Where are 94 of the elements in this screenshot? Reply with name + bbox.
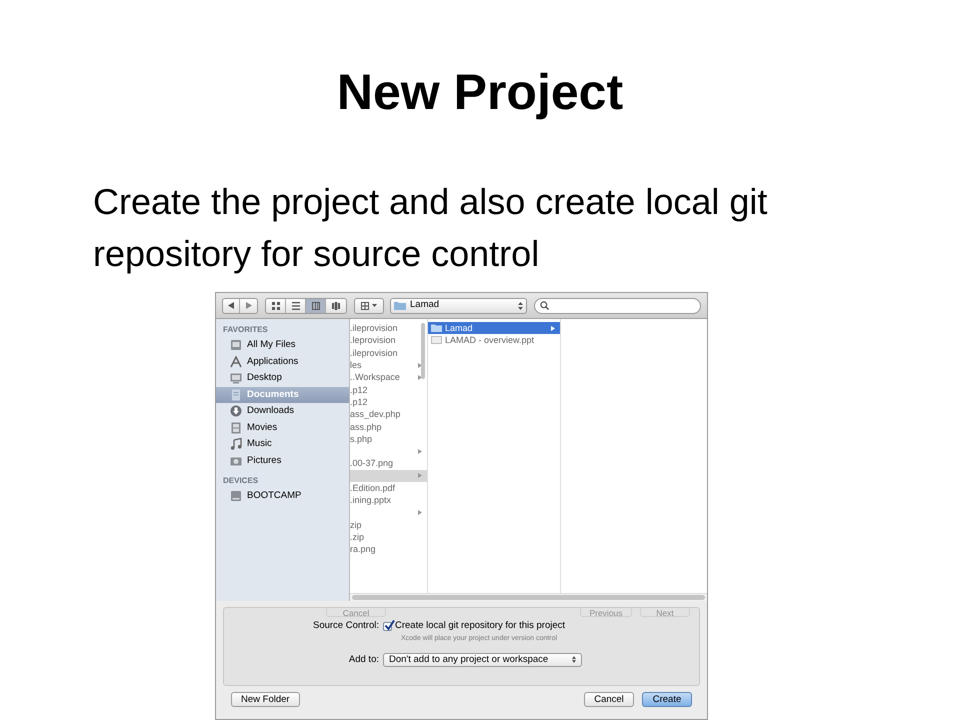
file-name: .p12: [350, 396, 369, 408]
dialog-button[interactable]: New Folder: [231, 692, 300, 707]
file-name: LAMAD - overview.ppt: [445, 334, 536, 346]
slide-text: Create the project and also create local git repository for source control: [93, 180, 768, 276]
field-label: Add to:: [348, 652, 380, 667]
disclosure-arrow-icon: [551, 326, 555, 331]
arrange-button[interactable]: [354, 298, 384, 314]
folder-icon: [394, 301, 406, 310]
file-row[interactable]: LAMAD - overview.ppt: [428, 334, 560, 347]
grid-icon: [361, 302, 369, 310]
file-row[interactable]: zip: [350, 518, 427, 532]
file-name: .Edition.pdf: [350, 482, 396, 494]
file-row[interactable]: s.php: [350, 432, 427, 445]
file-name: .00-37.png: [350, 457, 394, 470]
film-icon: [230, 422, 242, 434]
columns-icon: [312, 302, 320, 310]
dialog-button[interactable]: Cancel: [584, 692, 634, 707]
stepper-icon: [572, 656, 576, 664]
music-note-icon: [230, 438, 242, 450]
drawer-icon: [230, 339, 242, 352]
file-row[interactable]: ..Workspace: [350, 371, 427, 384]
file-name: .ining.pptx: [350, 494, 392, 506]
file-row[interactable]: Lamad: [428, 322, 560, 334]
file-row[interactable]: .leprovision: [350, 334, 427, 347]
sidebar-item[interactable]: Applications: [216, 354, 349, 370]
sidebar-item[interactable]: Movies: [216, 420, 349, 436]
search-icon: [540, 301, 549, 310]
document-icon: [230, 388, 242, 401]
monitor-icon: [230, 372, 242, 384]
disclosure-arrow-icon: [418, 473, 422, 478]
file-row[interactable]: .ileprovision: [350, 322, 427, 334]
file-name: .zip: [350, 531, 366, 544]
search-field[interactable]: [534, 298, 701, 314]
grid-icon: [272, 302, 280, 310]
file-row[interactable]: .p12: [350, 396, 427, 408]
column-view-button[interactable]: [306, 298, 326, 312]
sidebar-item[interactable]: Desktop: [216, 370, 349, 386]
letter-a-icon: [230, 356, 242, 368]
caret-icon: [372, 304, 377, 307]
file-name: ..Workspace: [350, 371, 401, 384]
file-name: Lamad: [445, 322, 474, 334]
file-name: les: [350, 359, 363, 372]
view-mode-control[interactable]: [265, 298, 347, 314]
add-to-popup[interactable]: Don't add to any project or workspace: [383, 652, 582, 667]
file-row[interactable]: ass_dev.php: [350, 408, 427, 420]
file-row[interactable]: les: [350, 358, 427, 372]
disclosure-arrow-icon: [418, 362, 422, 368]
file-name: ass_dev.php: [350, 408, 402, 420]
navigation-control[interactable]: [222, 298, 258, 314]
file-name: s.php: [350, 432, 374, 445]
field-label: Source Control:: [312, 619, 380, 633]
file-row[interactable]: .p12: [350, 383, 427, 396]
sidebar-item[interactable]: BOOTCAMP: [216, 488, 349, 504]
document-icon: [431, 336, 442, 344]
slide-title: New Project: [336, 63, 624, 122]
file-row[interactable]: .ining.pptx: [350, 494, 427, 506]
file-row[interactable]: .Edition.pdf: [350, 482, 427, 494]
file-name: .ileprovision: [350, 346, 399, 359]
download-icon: [230, 405, 242, 418]
forward-icon: [246, 302, 252, 309]
list-icon: [292, 302, 300, 310]
disclosure-arrow-icon: [418, 374, 422, 380]
sidebar-item[interactable]: Music: [216, 436, 349, 452]
location-popup[interactable]: Lamad: [390, 298, 527, 314]
file-name: ass.php: [350, 420, 383, 433]
back-icon: [228, 302, 234, 309]
file-row[interactable]: ra.png: [350, 543, 427, 556]
folder-icon: [431, 324, 442, 332]
disclosure-arrow-icon: [418, 510, 422, 516]
checkbox-label: Create local git repository for this project: [395, 619, 566, 633]
file-name: zip: [350, 518, 363, 531]
file-row[interactable]: ass.php: [350, 420, 427, 433]
section-heading: DEVICES: [222, 475, 260, 487]
sidebar-item[interactable]: Pictures: [216, 452, 349, 469]
file-row[interactable]: .zip: [350, 531, 427, 544]
file-name: .p12: [350, 384, 369, 396]
section-heading: FAVORITES: [222, 324, 269, 336]
checkbox[interactable]: [383, 622, 392, 631]
file-name: ra.png: [350, 543, 377, 556]
file-row[interactable]: .ileprovision: [350, 346, 427, 359]
file-name: .leprovision: [350, 334, 397, 346]
stepper-icon: [518, 302, 523, 310]
sidebar-item[interactable]: All My Files: [216, 337, 349, 354]
drive-icon: [230, 490, 242, 502]
coverflow-icon: [332, 302, 340, 310]
camera-icon: [230, 454, 242, 467]
dialog-button[interactable]: Create: [642, 692, 692, 707]
disclosure-arrow-icon: [418, 448, 422, 454]
file-row[interactable]: .00-37.png: [350, 457, 427, 470]
sidebar-item[interactable]: Downloads: [216, 403, 349, 420]
horizontal-scrollbar[interactable]: [350, 593, 707, 601]
file-name: .ileprovision: [350, 322, 399, 334]
checkmark-icon: [384, 620, 395, 631]
vertical-scrollbar[interactable]: [421, 323, 425, 379]
